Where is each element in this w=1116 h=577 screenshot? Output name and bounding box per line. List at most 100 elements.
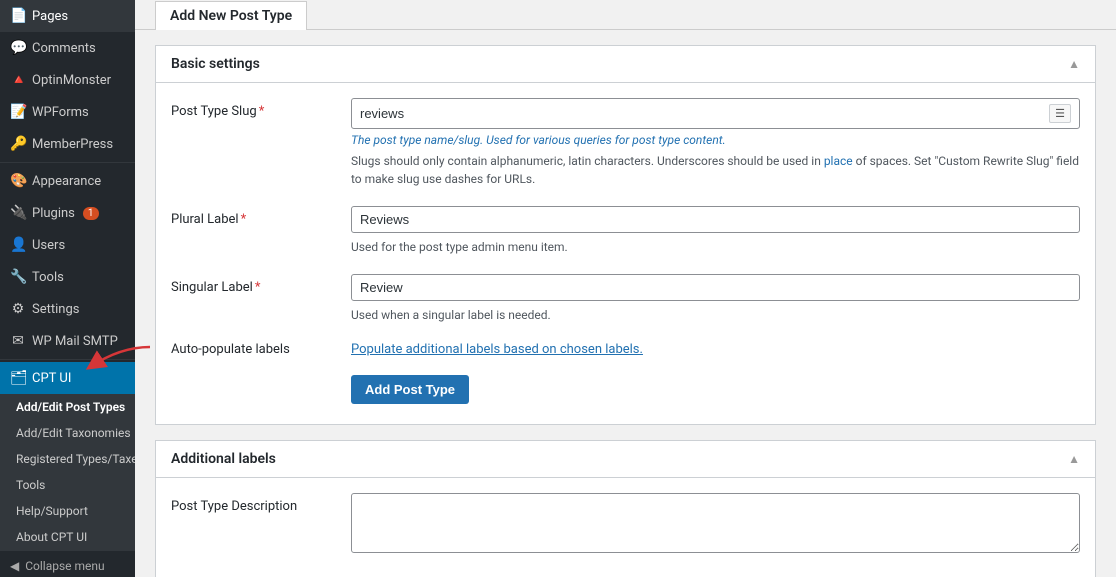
collapse-menu-button[interactable]: ◀ Collapse menu: [0, 550, 135, 577]
singular-required-star: *: [255, 280, 261, 295]
sub-label-about-cpt: About CPT UI: [16, 530, 87, 544]
sidebar-item-settings[interactable]: ⚙ Settings: [0, 293, 135, 325]
basic-settings-header: Basic settings ▲: [156, 46, 1095, 83]
singular-label-row: Singular Label* Used when a singular lab…: [171, 274, 1080, 324]
memberpress-icon: 🔑: [10, 136, 26, 152]
post-type-description-textarea[interactable]: [351, 493, 1080, 553]
sidebar-sub-about-cpt[interactable]: About CPT UI: [0, 524, 135, 550]
basic-settings-body: Post Type Slug* ☰ The post type name/slu…: [156, 83, 1095, 424]
comments-icon: 💬: [10, 40, 26, 56]
sidebar-item-memberpress[interactable]: 🔑 MemberPress: [0, 128, 135, 160]
post-type-description-row: Post Type Description: [171, 493, 1080, 557]
sub-label-registered-types: Registered Types/Taxes: [16, 452, 135, 466]
settings-icon: ⚙: [10, 301, 26, 317]
page-title-tab: Add New Post Type: [155, 1, 307, 30]
slug-hint-italic: The post type name/slug. Used for variou…: [351, 133, 1080, 147]
singular-label-input[interactable]: [360, 280, 1071, 295]
basic-settings-collapse-icon[interactable]: ▲: [1068, 57, 1080, 71]
add-post-type-button[interactable]: Add Post Type: [351, 375, 469, 404]
add-post-type-button-wrap: Add Post Type: [351, 375, 1080, 404]
sub-label-tools: Tools: [16, 478, 45, 492]
sidebar-label-memberpress: MemberPress: [32, 137, 113, 152]
wpforms-icon: 📝: [10, 104, 26, 120]
sidebar-item-wpforms[interactable]: 📝 WPForms: [0, 96, 135, 128]
post-type-slug-input-container: ☰: [351, 98, 1080, 129]
basic-settings-title: Basic settings: [171, 56, 260, 72]
post-type-description-label: Post Type Description: [171, 493, 331, 514]
plural-label-field-wrap: Used for the post type admin menu item.: [351, 206, 1080, 256]
plural-required-star: *: [241, 212, 247, 227]
sidebar-label-comments: Comments: [32, 41, 96, 56]
auto-populate-link[interactable]: Populate additional labels based on chos…: [351, 342, 643, 357]
sidebar-sub-registered-types[interactable]: Registered Types/Taxes: [0, 446, 135, 472]
sidebar-sub-add-edit-taxonomies[interactable]: Add/Edit Taxonomies: [0, 420, 135, 446]
appearance-icon: 🎨: [10, 173, 26, 189]
sidebar-label-pages: Pages: [32, 9, 68, 24]
cptui-submenu: Add/Edit Post Types Add/Edit Taxonomies …: [0, 394, 135, 550]
wpmail-icon: ✉: [10, 333, 26, 349]
sub-label-help-support: Help/Support: [16, 504, 88, 518]
sidebar-item-optinmonster[interactable]: 🔺 OptinMonster: [0, 64, 135, 96]
additional-labels-collapse-icon[interactable]: ▲: [1068, 452, 1080, 466]
sidebar-sub-add-edit-post-types[interactable]: Add/Edit Post Types: [0, 394, 135, 420]
sidebar-label-settings: Settings: [32, 302, 79, 317]
plugins-icon: 🔌: [10, 205, 26, 221]
tools-icon: 🔧: [10, 269, 26, 285]
additional-labels-header: Additional labels ▲: [156, 441, 1095, 478]
page-title-bar: Add New Post Type: [135, 0, 1116, 30]
singular-label-field-wrap: Used when a singular label is needed.: [351, 274, 1080, 324]
sidebar-label-tools: Tools: [32, 270, 64, 285]
post-type-slug-row: Post Type Slug* ☰ The post type name/slu…: [171, 98, 1080, 188]
post-type-slug-field-wrap: ☰ The post type name/slug. Used for vari…: [351, 98, 1080, 188]
sidebar-item-users[interactable]: 👤 Users: [0, 229, 135, 261]
additional-labels-title: Additional labels: [171, 451, 276, 467]
sidebar-label-appearance: Appearance: [32, 174, 101, 189]
slug-info-button[interactable]: ☰: [1049, 104, 1071, 123]
sidebar-item-comments[interactable]: 💬 Comments: [0, 32, 135, 64]
plural-label-input[interactable]: [360, 212, 1071, 227]
collapse-icon: ◀: [10, 559, 19, 573]
sidebar-item-appearance[interactable]: 🎨 Appearance: [0, 165, 135, 197]
plural-label-label: Plural Label*: [171, 206, 331, 227]
post-type-description-field-wrap: [351, 493, 1080, 557]
auto-populate-row: Auto-populate labels Populate additional…: [171, 342, 1080, 357]
sidebar-label-wpmail: WP Mail SMTP: [32, 334, 118, 349]
collapse-label: Collapse menu: [25, 559, 104, 573]
slug-hint-plain: Slugs should only contain alphanumeric, …: [351, 152, 1080, 188]
slug-required-star: *: [259, 104, 265, 119]
sidebar-item-cptui[interactable]: 🗂 CPT UI: [0, 362, 135, 394]
users-icon: 👤: [10, 237, 26, 253]
singular-label-input-container: [351, 274, 1080, 301]
sidebar-sub-tools[interactable]: Tools: [0, 472, 135, 498]
sidebar-label-optinmonster: OptinMonster: [32, 73, 111, 88]
additional-labels-section: Additional labels ▲ Post Type Descriptio…: [155, 440, 1096, 577]
sidebar: 📄 Pages 💬 Comments 🔺 OptinMonster 📝 WPFo…: [0, 0, 135, 577]
sidebar-item-plugins[interactable]: 🔌 Plugins 1: [0, 197, 135, 229]
sub-label-add-edit-post-types: Add/Edit Post Types: [16, 400, 125, 414]
basic-settings-section: Basic settings ▲ Post Type Slug* ☰: [155, 45, 1096, 425]
sidebar-label-users: Users: [32, 238, 65, 253]
content-area: Basic settings ▲ Post Type Slug* ☰: [135, 30, 1116, 577]
singular-label-hint: Used when a singular label is needed.: [351, 306, 1080, 324]
pages-icon: 📄: [10, 8, 26, 24]
post-type-slug-label: Post Type Slug*: [171, 98, 331, 119]
post-type-slug-input[interactable]: [360, 106, 1049, 121]
plugins-badge: 1: [83, 207, 99, 220]
plural-label-hint: Used for the post type admin menu item.: [351, 238, 1080, 256]
sidebar-label-cptui: CPT UI: [32, 371, 71, 386]
sidebar-label-plugins: Plugins: [32, 206, 75, 221]
plural-label-input-container: [351, 206, 1080, 233]
optinmonster-icon: 🔺: [10, 72, 26, 88]
plural-label-row: Plural Label* Used for the post type adm…: [171, 206, 1080, 256]
sidebar-item-pages[interactable]: 📄 Pages: [0, 0, 135, 32]
sidebar-item-wpmail[interactable]: ✉ WP Mail SMTP: [0, 325, 135, 357]
auto-populate-label: Auto-populate labels: [171, 342, 331, 357]
additional-labels-body: Post Type Description: [156, 478, 1095, 577]
sidebar-label-wpforms: WPForms: [32, 105, 89, 120]
sidebar-item-tools[interactable]: 🔧 Tools: [0, 261, 135, 293]
auto-populate-link-wrap: Populate additional labels based on chos…: [351, 342, 643, 357]
cptui-icon: 🗂: [10, 370, 26, 386]
sidebar-sub-help-support[interactable]: Help/Support: [0, 498, 135, 524]
sub-label-add-edit-taxonomies: Add/Edit Taxonomies: [16, 426, 131, 440]
main-content: Add New Post Type Basic settings ▲ Post …: [135, 0, 1116, 577]
